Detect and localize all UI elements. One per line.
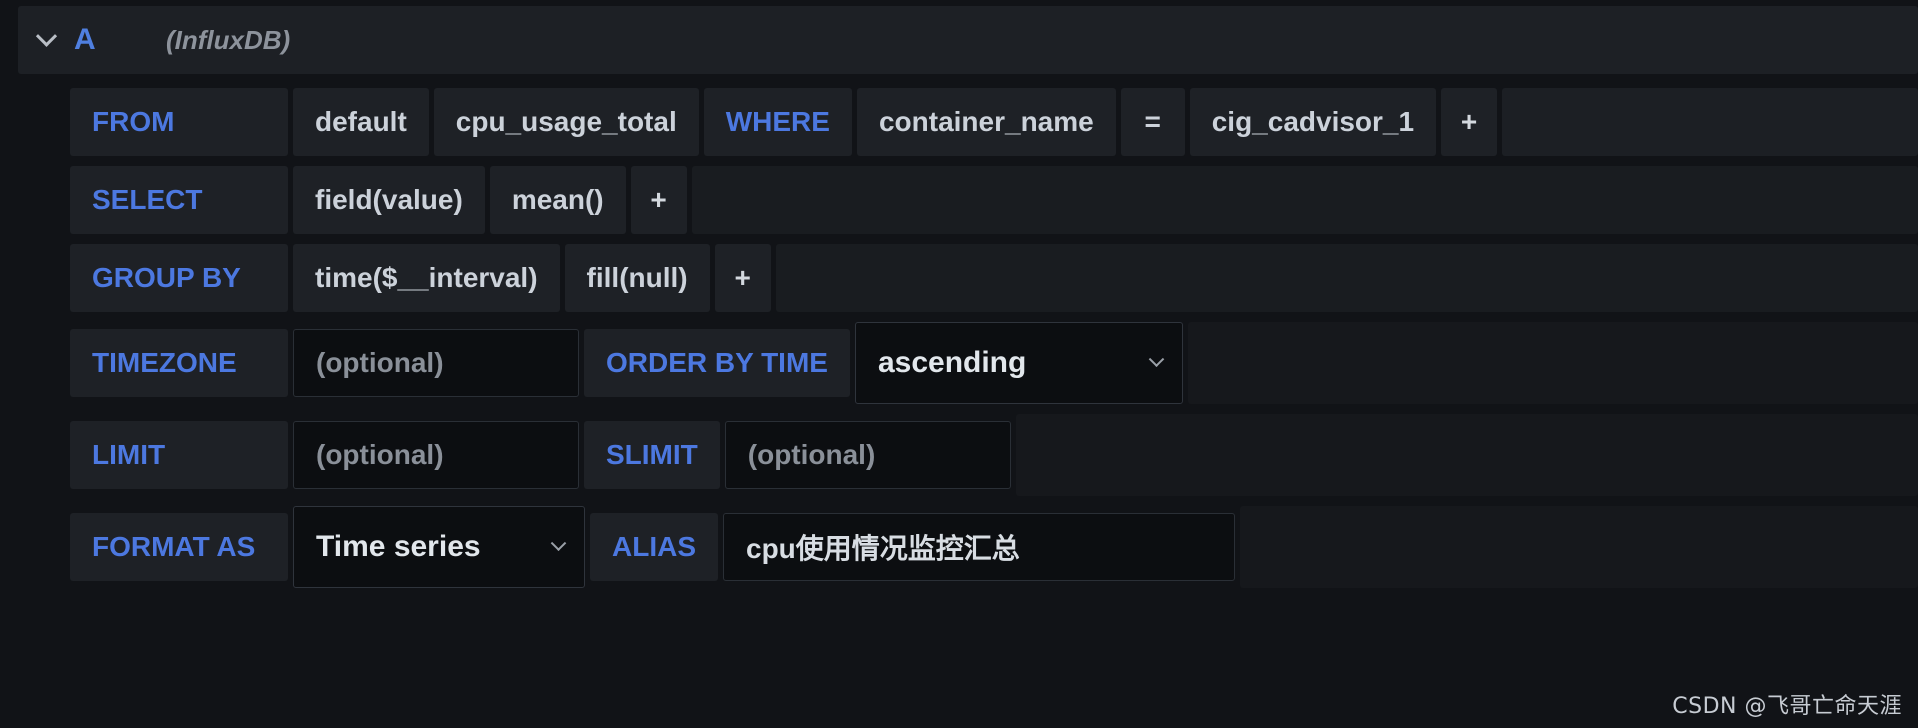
limit-input[interactable]: (optional): [293, 421, 579, 489]
from-row: FROM default cpu_usage_total WHERE conta…: [70, 88, 1918, 156]
query-header: A (InfluxDB): [18, 6, 1918, 74]
watermark: CSDN @飞哥亡命天涯: [1672, 694, 1902, 719]
order-by-time-select[interactable]: ascending: [854, 322, 1183, 404]
chevron-down-icon: [35, 25, 57, 47]
query-ref-id[interactable]: A: [74, 23, 166, 57]
alias-label: ALIAS: [590, 513, 718, 581]
select-field-segment[interactable]: field(value): [293, 166, 485, 234]
timezone-input[interactable]: (optional): [293, 329, 579, 397]
limit-slimit-row: LIMIT (optional) SLIMIT (optional): [70, 414, 1918, 496]
add-group-by-button[interactable]: +: [714, 244, 771, 312]
group-by-time-segment[interactable]: time($__interval): [293, 244, 560, 312]
add-where-button[interactable]: +: [1441, 88, 1498, 156]
datasource-name: (InfluxDB): [166, 24, 291, 55]
group-by-fill-segment[interactable]: fill(null): [564, 244, 710, 312]
collapse-query-toggle[interactable]: [18, 6, 74, 74]
group-by-row-filler: [775, 244, 1918, 312]
slimit-label: SLIMIT: [584, 421, 720, 489]
influxdb-query-editor-panel: A (InfluxDB) FROM default cpu_usage_tota…: [0, 0, 1918, 728]
select-label: SELECT: [70, 166, 288, 234]
group-by-row: GROUP BY time($__interval) fill(null) +: [70, 244, 1918, 312]
timezone-label: TIMEZONE: [70, 329, 288, 397]
measurement-segment[interactable]: cpu_usage_total: [433, 88, 699, 156]
select-aggregate-segment[interactable]: mean(): [489, 166, 626, 234]
limit-label: LIMIT: [70, 421, 288, 489]
query-editor-body: FROM default cpu_usage_total WHERE conta…: [18, 80, 1918, 728]
timezone-row-filler: [1187, 322, 1918, 404]
format-alias-row: FORMAT AS Time series ALIAS cpu使用情况监控汇总: [70, 506, 1918, 588]
limit-row-filler: [1015, 414, 1918, 496]
where-label: WHERE: [703, 88, 852, 156]
format-as-label: FORMAT AS: [70, 513, 288, 581]
from-label: FROM: [70, 88, 288, 156]
slimit-input[interactable]: (optional): [724, 421, 1011, 489]
timezone-order-row: TIMEZONE (optional) ORDER BY TIME ascend…: [70, 322, 1918, 404]
where-operator-segment[interactable]: =: [1120, 88, 1185, 156]
format-as-value: Time series: [316, 530, 481, 563]
where-tag-key-segment[interactable]: container_name: [856, 88, 1116, 156]
where-tag-value-segment[interactable]: cig_cadvisor_1: [1189, 88, 1437, 156]
format-as-select[interactable]: Time series: [293, 506, 585, 588]
from-row-filler: [1502, 88, 1918, 156]
select-row-filler: [691, 166, 1918, 234]
format-row-filler: [1240, 506, 1918, 588]
order-by-time-label: ORDER BY TIME: [584, 329, 850, 397]
select-row: SELECT field(value) mean() +: [70, 166, 1918, 234]
chevron-down-icon: [550, 534, 567, 551]
retention-policy-segment[interactable]: default: [293, 88, 429, 156]
group-by-label: GROUP BY: [70, 244, 288, 312]
add-select-part-button[interactable]: +: [630, 166, 687, 234]
order-by-time-value: ascending: [877, 346, 1027, 379]
alias-input[interactable]: cpu使用情况监控汇总: [723, 513, 1235, 581]
chevron-down-icon: [1148, 350, 1165, 367]
